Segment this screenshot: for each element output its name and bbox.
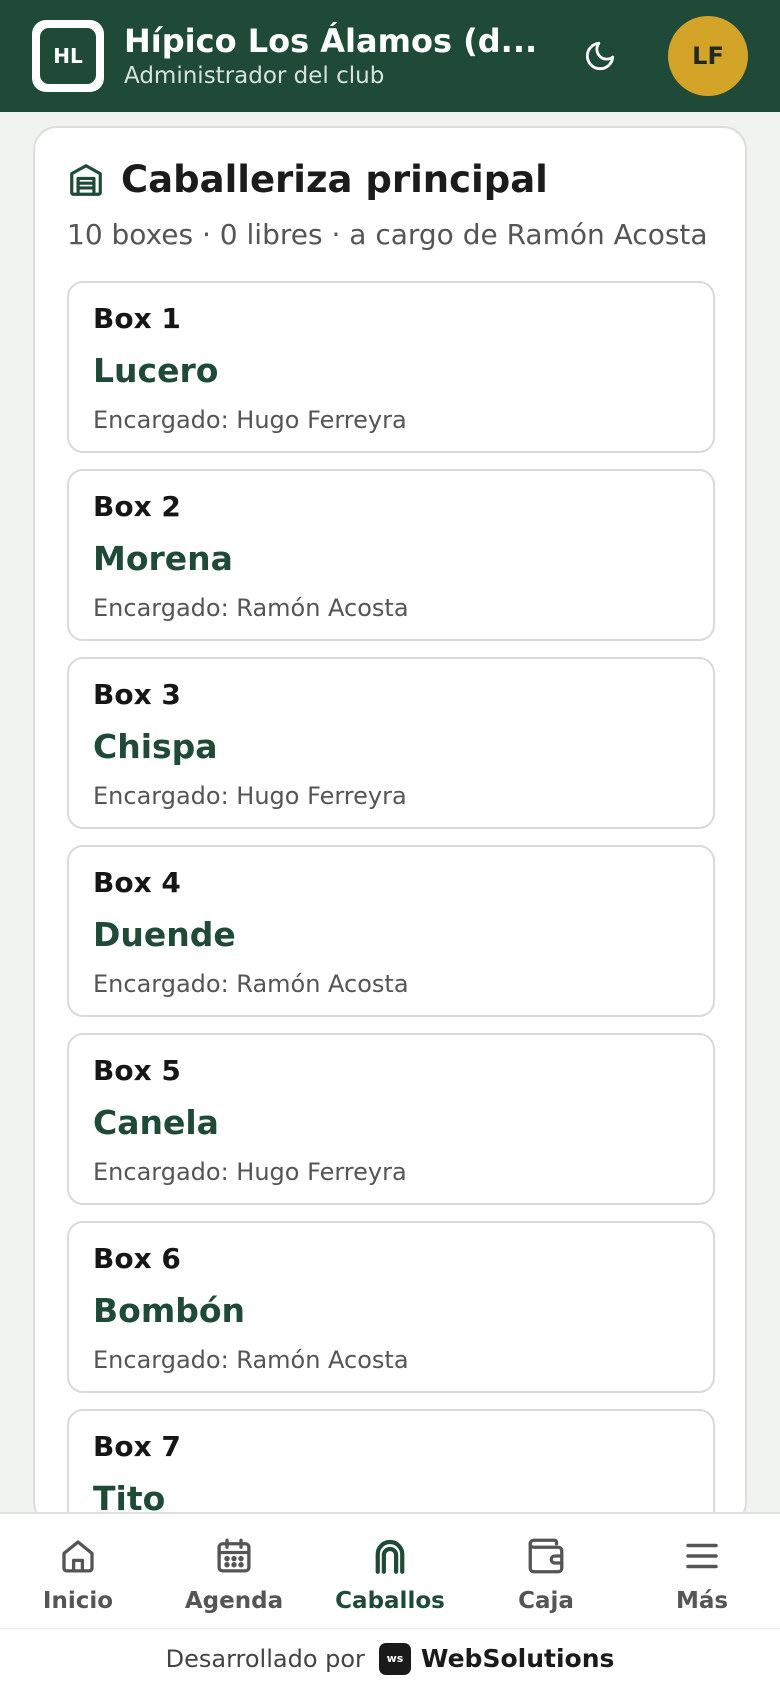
caretaker: Encargado: Ramón Acosta — [93, 970, 409, 998]
box-card-6[interactable]: Box 6 Bombón Encargado: Ramón Acosta — [67, 1221, 715, 1393]
box-label: Box 7 — [93, 1430, 181, 1463]
box-card-3[interactable]: Box 3 Chispa Encargado: Hugo Ferreyra — [67, 657, 715, 829]
box-label: Box 1 — [93, 302, 181, 335]
horse-name: Chispa — [93, 727, 218, 766]
caretaker: Encargado: Hugo Ferreyra — [93, 406, 407, 434]
club-logo[interactable]: HL — [32, 20, 104, 92]
caretaker: Encargado: Hugo Ferreyra — [93, 1158, 407, 1186]
dark-mode-toggle[interactable] — [580, 36, 620, 76]
bottom-nav: Inicio Agenda Caballos Caja Más — [0, 1512, 780, 1628]
websolutions-link[interactable]: WebSolutions — [421, 1644, 614, 1673]
box-card-2[interactable]: Box 2 Morena Encargado: Ramón Acosta — [67, 469, 715, 641]
box-label: Box 4 — [93, 866, 181, 899]
horse-name: Morena — [93, 539, 233, 578]
websolutions-logo: ws — [378, 1642, 411, 1675]
nav-label: Caja — [518, 1588, 574, 1614]
stable-title: Caballeriza principal — [121, 158, 548, 201]
nav-item-caja[interactable]: Caja — [468, 1514, 624, 1628]
horse-name: Lucero — [93, 351, 219, 390]
box-card-4[interactable]: Box 4 Duende Encargado: Ramón Acosta — [67, 845, 715, 1017]
user-avatar[interactable]: LF — [668, 16, 748, 96]
header-titles: Hípico Los Álamos (d... Administrador de… — [124, 21, 580, 91]
box-list: Box 1 Lucero Encargado: Hugo Ferreyra Bo… — [67, 281, 715, 1524]
stable-card: Caballeriza principal 10 boxes · 0 libre… — [33, 126, 747, 1526]
nav-label: Agenda — [184, 1588, 284, 1614]
calendar-icon — [212, 1534, 256, 1578]
nav-item-inicio[interactable]: Inicio — [0, 1514, 156, 1628]
horse-name: Bombón — [93, 1291, 245, 1330]
home-icon — [56, 1534, 100, 1578]
caretaker: Encargado: Hugo Ferreyra — [93, 782, 407, 810]
app-header: HL Hípico Los Álamos (d... Administrador… — [0, 0, 780, 112]
moon-icon — [585, 41, 615, 71]
caretaker: Encargado: Ramón Acosta — [93, 1346, 409, 1374]
horse-name: Canela — [93, 1103, 219, 1142]
user-role: Administrador del club — [124, 63, 385, 89]
nav-item-caballos[interactable]: Caballos — [312, 1514, 468, 1628]
box-card-7[interactable]: Box 7 Tito — [67, 1409, 715, 1524]
caretaker: Encargado: Ramón Acosta — [93, 594, 409, 622]
club-logo-initials: HL — [40, 28, 96, 84]
nav-label: Inicio — [42, 1588, 114, 1614]
box-label: Box 5 — [93, 1054, 181, 1087]
nav-item-mas[interactable]: Más — [624, 1514, 780, 1628]
stable-header: Caballeriza principal — [67, 158, 548, 201]
footer-prefix: Desarrollado por — [165, 1644, 365, 1673]
horse-name: Duende — [93, 915, 236, 954]
footer: Desarrollado por ws WebSolutions — [0, 1628, 780, 1688]
box-label: Box 3 — [93, 678, 181, 711]
wallet-icon — [524, 1534, 568, 1578]
horseshoe-icon — [368, 1534, 412, 1578]
stable-summary: 10 boxes · 0 libres · a cargo de Ramón A… — [67, 218, 708, 251]
box-card-1[interactable]: Box 1 Lucero Encargado: Hugo Ferreyra — [67, 281, 715, 453]
nav-label: Más — [675, 1588, 729, 1614]
box-label: Box 2 — [93, 490, 181, 523]
nav-label: Caballos — [335, 1588, 445, 1614]
club-name: Hípico Los Álamos (d... — [124, 22, 538, 60]
box-card-5[interactable]: Box 5 Canela Encargado: Hugo Ferreyra — [67, 1033, 715, 1205]
nav-item-agenda[interactable]: Agenda — [156, 1514, 312, 1628]
warehouse-icon — [70, 163, 102, 196]
menu-icon — [680, 1534, 724, 1578]
box-label: Box 6 — [93, 1242, 181, 1275]
